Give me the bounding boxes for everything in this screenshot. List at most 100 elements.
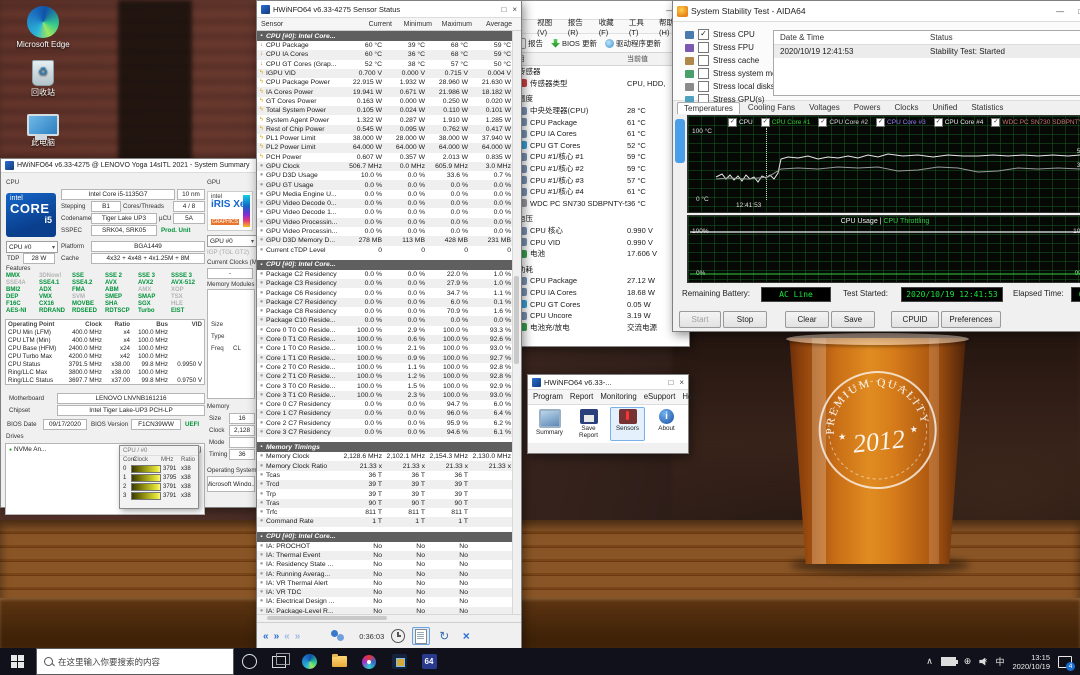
- sensor-row[interactable]: ●GPU Video Processin...0.0 %0.0 %0.0 %0.…: [257, 218, 513, 227]
- tab-voltages[interactable]: Voltages: [803, 102, 846, 114]
- stop-button[interactable]: Stop: [723, 311, 767, 328]
- tab-statistics[interactable]: Statistics: [965, 102, 1009, 114]
- sensor-row[interactable]: ●Tras90 T90 T90 T: [257, 499, 513, 508]
- sensor-table-body[interactable]: ▪CPU [#0]: Intel Core...↓CPU Package60 °…: [257, 31, 521, 614]
- sensor-row[interactable]: ϟPL1 Power Limit38.000 W28.000 W38.000 W…: [257, 134, 513, 143]
- desktop-icon-recycle-bin[interactable]: ♻回收站: [6, 60, 80, 97]
- legend-item[interactable]: ✓CPU: [728, 118, 753, 127]
- legend-checkbox-checked[interactable]: ✓: [876, 118, 885, 127]
- sensor-tree-row[interactable]: 传感器: [501, 66, 689, 78]
- tab-cooling-fans[interactable]: Cooling Fans: [742, 102, 801, 114]
- legend-item[interactable]: ✓CPU Core #3: [876, 118, 926, 127]
- sensor-tree-row[interactable]: 电池充/放电交流电源: [501, 321, 689, 333]
- settings-gears-icon[interactable]: [331, 630, 345, 642]
- sensor-row[interactable]: ●Core 2 C7 Residency0.0 %0.0 %95.9 %6.2 …: [257, 419, 513, 428]
- sensor-row[interactable]: ●Package C7 Residency0.0 %0.0 %6.0 %0.1 …: [257, 298, 513, 307]
- menu-item[interactable]: eSupport: [644, 392, 676, 401]
- checkbox[interactable]: [698, 81, 709, 92]
- sensor-row[interactable]: ●Package C6 Residency0.0 %0.0 %34.7 %1.1…: [257, 288, 513, 297]
- sensor-row[interactable]: ϟCPU Package Power22.915 W1.932 W28.960 …: [257, 78, 513, 87]
- sensor-row[interactable]: ϟIGPU VID0.700 V0.000 V0.715 V0.004 V: [257, 69, 513, 78]
- toolbar-bios-update-icon[interactable]: BIOS 更新: [551, 38, 597, 49]
- toolbar-save-report-button[interactable]: Save Report: [571, 407, 606, 441]
- close-icon[interactable]: ×: [512, 5, 517, 14]
- nav-right-dim-icon[interactable]: »: [295, 631, 300, 642]
- sensor-group-row[interactable]: ▪CPU [#0]: Intel Core...: [257, 532, 513, 542]
- minimize-icon[interactable]: —: [1056, 7, 1064, 16]
- pinwheel-app-button[interactable]: [354, 648, 384, 675]
- preferences-button[interactable]: Preferences: [941, 311, 1001, 328]
- sensor-row[interactable]: ●Package C3 Residency0.0 %0.0 %27.9 %1.0…: [257, 279, 513, 288]
- sensor-row[interactable]: ●IA: Residency State ...NoNoNo: [257, 560, 513, 569]
- aida64-taskbar-button[interactable]: 64: [414, 648, 444, 675]
- clock-icon[interactable]: [390, 628, 406, 644]
- sensor-tree-row[interactable]: CPU IA Cores18.68 W: [501, 287, 689, 299]
- clear-button[interactable]: Clear: [785, 311, 829, 328]
- log-col-datetime[interactable]: Date & Time: [774, 33, 930, 42]
- sensor-row[interactable]: ϟPL2 Power Limit64.000 W64.000 W64.000 W…: [257, 143, 513, 152]
- sensor-tree-row[interactable]: CPU Package61 °C: [501, 116, 689, 128]
- tab-clocks[interactable]: Clocks: [888, 102, 924, 114]
- sensor-row[interactable]: ●Memory Clock Ratio21.33 x21.33 x21.33 x…: [257, 461, 513, 470]
- sensor-row[interactable]: ●Core 1 C7 Residency0.0 %0.0 %96.0 %6.4 …: [257, 409, 513, 418]
- operating-point-row[interactable]: CPU Turbo Max4200.0 MHzx42100.0 MHz: [6, 352, 204, 360]
- close-sensors-icon[interactable]: ×: [458, 628, 474, 644]
- legend-item[interactable]: ✓WDC PC SN730 SDBPNTY-512G-1101: [991, 118, 1080, 127]
- sensor-row[interactable]: ϟIA Cores Power19.941 W0.671 W21.986 W18…: [257, 87, 513, 96]
- sensor-row[interactable]: ●Core 3 T0 C0 Reside...100.0 %1.5 %100.0…: [257, 381, 513, 390]
- volume-muted-button[interactable]: ×: [979, 658, 987, 666]
- sensor-row[interactable]: ●Core 0 C7 Residency0.0 %0.0 %94.7 %6.0 …: [257, 400, 513, 409]
- sensor-col-average[interactable]: Average: [472, 21, 512, 28]
- menu-item[interactable]: 视图(V): [537, 17, 561, 37]
- tab-powers[interactable]: Powers: [848, 102, 887, 114]
- sst-log-table[interactable]: Date & Time Status 2020/10/19 12:41:53 S…: [773, 30, 1080, 96]
- horizontal-scrollbar[interactable]: [257, 614, 521, 622]
- sensor-row[interactable]: ●IA: VR TDCNoNoNo: [257, 588, 513, 597]
- sensor-row[interactable]: ●IA: PROCHOTNoNoNo: [257, 542, 513, 551]
- sensor-row[interactable]: ●Trp39 T39 T39 T: [257, 489, 513, 498]
- sensor-col-minimum[interactable]: Minimum: [392, 21, 432, 28]
- sensor-row[interactable]: ●Trfc811 T811 T811 T: [257, 508, 513, 517]
- sensor-tree-row[interactable]: CPU 核心0.990 V: [501, 225, 689, 237]
- checkbox[interactable]: [698, 55, 709, 66]
- sensor-tree-row[interactable]: 中央处理器(CPU)28 °C: [501, 105, 689, 117]
- sensor-titlebar[interactable]: HWiNFO64 v6.33-4275 Sensor Status □ ×: [257, 1, 521, 18]
- sensor-tree-row[interactable]: CPU #1/核心 #461 °C: [501, 186, 689, 198]
- tray-clock[interactable]: 13:15 2020/10/19: [1012, 653, 1050, 671]
- sensor-column-header[interactable]: SensorCurrentMinimumMaximumAverage: [257, 18, 521, 31]
- sensor-tree-row[interactable]: CPU Uncore3.19 W: [501, 310, 689, 322]
- sensor-row[interactable]: ●Core 1 T1 C0 Reside...100.0 %0.9 %100.0…: [257, 354, 513, 363]
- sensor-tree-row[interactable]: CPU GT Cores0.05 W: [501, 298, 689, 310]
- nav-right-arrows-icon[interactable]: »: [274, 631, 279, 642]
- sensor-group-row[interactable]: ▪Memory Timings: [257, 442, 513, 452]
- tab-unified[interactable]: Unified: [926, 102, 963, 114]
- sensor-tree-row[interactable]: 电池17.606 V: [501, 248, 689, 260]
- tab-temperatures[interactable]: Temperatures: [677, 102, 740, 114]
- gpu-select[interactable]: GPU #0: [207, 235, 257, 247]
- sensor-tree-row[interactable]: 温度: [501, 93, 689, 105]
- network-globe-icon[interactable]: ⊕: [964, 656, 972, 667]
- scrollbar-thumb[interactable]: [267, 616, 387, 620]
- sensor-row[interactable]: ϟPCH Power0.607 W0.357 W2.013 W0.835 W: [257, 153, 513, 162]
- sensor-row[interactable]: ●GPU Clock506.7 MHz0.0 MHz605.9 MHz3.0 M…: [257, 162, 513, 171]
- save-button[interactable]: Save: [831, 311, 875, 328]
- operating-point-row[interactable]: Ring/LLC Status3697.7 MHzx37.0099.8 MHz0…: [6, 376, 204, 384]
- toolbar-driver-update-icon[interactable]: 驱动程序更新: [605, 38, 661, 49]
- notification-center-button[interactable]: 4: [1058, 656, 1072, 668]
- sensor-group-row[interactable]: ▪CPU [#0]: Intel Core...: [257, 260, 513, 270]
- sensor-row[interactable]: ●Core 1 T0 C0 Reside...100.0 %2.1 %100.0…: [257, 344, 513, 353]
- sensor-group-row[interactable]: ▪CPU [#0]: Intel Core...: [257, 31, 513, 41]
- sensor-tree-row[interactable]: 电压: [501, 213, 689, 225]
- log-row[interactable]: 2020/10/19 12:41:53 Stability Test: Star…: [774, 45, 1080, 58]
- sensor-row[interactable]: ●GPU Media Engine U...0.0 %0.0 %0.0 %0.0…: [257, 190, 513, 199]
- sensor-col-sensor[interactable]: Sensor: [257, 21, 352, 28]
- legend-item[interactable]: ✓CPU Core #1: [761, 118, 811, 127]
- sensor-row[interactable]: ϟSystem Agent Power1.322 W0.287 W1.910 W…: [257, 115, 513, 124]
- sensor-row[interactable]: ●IA: Running Averag...NoNoNo: [257, 569, 513, 578]
- sensor-col-maximum[interactable]: Maximum: [432, 21, 472, 28]
- sensor-col-current[interactable]: Current: [352, 21, 392, 28]
- sensor-tree-row[interactable]: CPU Package27.12 W: [501, 275, 689, 287]
- sensor-row[interactable]: ●Package C10 Reside...0.0 %0.0 %0.0 %0.0…: [257, 316, 513, 325]
- sensor-row[interactable]: ●IA: Electrical Design ...NoNoNo: [257, 597, 513, 606]
- sensor-tree-row[interactable]: CPU #1/核心 #159 °C: [501, 151, 689, 163]
